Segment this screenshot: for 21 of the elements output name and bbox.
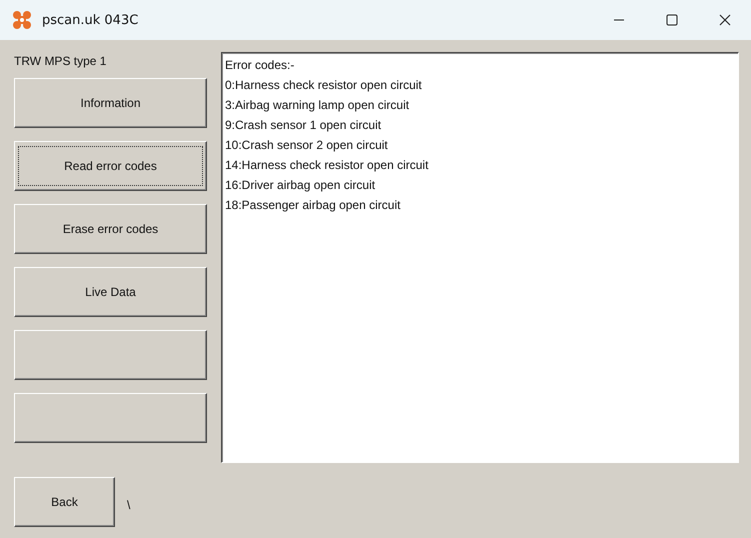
action-button[interactable]: Read error codes [14, 141, 207, 191]
close-icon [718, 14, 730, 26]
output-line: 9:Crash sensor 1 open circuit [225, 117, 382, 134]
module-label: TRW MPS type 1 [14, 53, 108, 70]
output-line: 18:Passenger airbag open circuit [225, 197, 402, 214]
app-icon [12, 10, 32, 30]
action-button[interactable] [14, 393, 207, 443]
action-button[interactable] [14, 330, 207, 380]
status-text: \ [127, 498, 130, 512]
output-line: 16:Driver airbag open circuit [225, 177, 376, 194]
action-button[interactable]: Live Data [14, 267, 207, 317]
action-button[interactable]: Erase error codes [14, 204, 207, 254]
output-line: 10:Crash sensor 2 open circuit [225, 137, 389, 154]
back-button[interactable]: Back [14, 477, 115, 527]
output-line: 0:Harness check resistor open circuit [225, 77, 423, 94]
output-line: Error codes:- [225, 57, 296, 74]
window-title: pscan.uk 043C [42, 12, 138, 28]
output-line: 3:Airbag warning lamp open circuit [225, 97, 410, 114]
action-button[interactable]: Information [14, 78, 207, 128]
output-line: 14:Harness check resistor open circuit [225, 157, 430, 174]
maximize-icon [666, 14, 678, 26]
